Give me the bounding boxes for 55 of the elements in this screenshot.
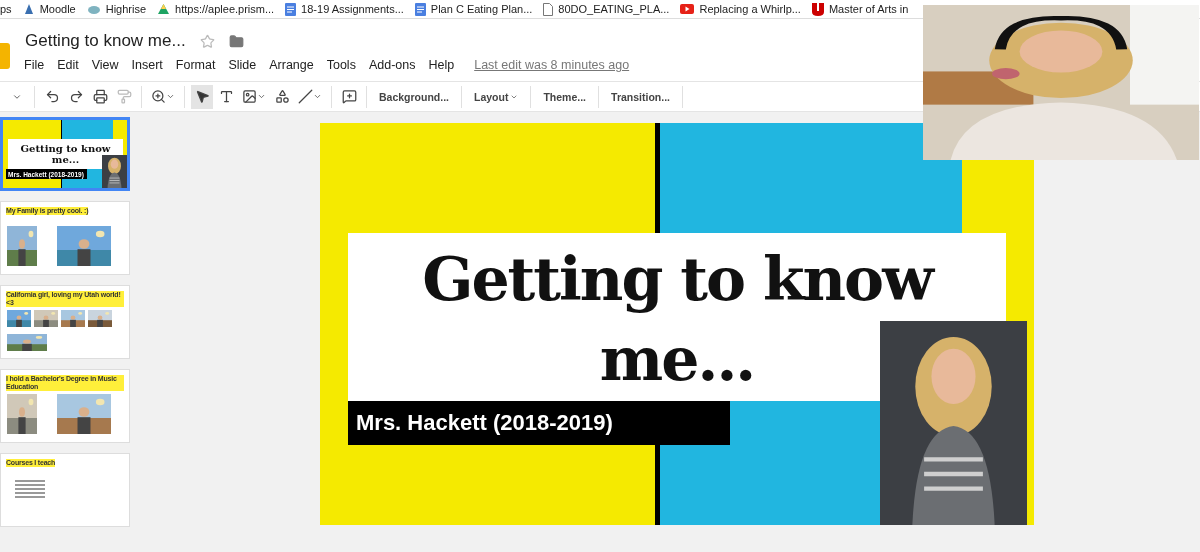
bookmark[interactable]: Plan C Eating Plan...: [414, 2, 533, 16]
select-button[interactable]: [191, 84, 213, 109]
bookmark[interactable]: Master of Arts in: [811, 2, 909, 16]
caret-icon: [313, 92, 322, 101]
last-edit-link[interactable]: Last edit was 8 minutes ago: [474, 58, 630, 72]
slide-subtitle: Mrs. Hackett (2018-2019): [348, 401, 730, 445]
menu-item[interactable]: Edit: [57, 58, 79, 72]
caret-icon: [257, 92, 266, 101]
bullet-line: [15, 480, 45, 482]
play-icon: [680, 4, 695, 14]
slide-title: Getting to know me...: [357, 233, 997, 401]
shapes-icon: [274, 89, 290, 104]
bookmark[interactable]: 80DO_EATING_PLA...: [543, 2, 670, 16]
bookmark[interactable]: Highrise: [86, 3, 147, 15]
pointer-icon: [194, 89, 210, 104]
triangle-icon: [157, 3, 171, 15]
toolbar-button[interactable]: Theme...: [537, 84, 593, 109]
bookmark[interactable]: https://aplee.prism...: [157, 3, 275, 15]
paint-roller-icon: [116, 89, 132, 104]
bookmark[interactable]: 18-19 Assignments...: [285, 2, 404, 16]
text-icon: [218, 89, 234, 104]
bullet-line: [15, 484, 45, 486]
bookmark[interactable]: Moodle: [22, 3, 76, 15]
menu-item[interactable]: Arrange: [269, 58, 314, 72]
zoom-icon: [151, 89, 166, 104]
redo-icon: [68, 89, 84, 104]
caret-icon: [166, 92, 175, 101]
toolbar-button[interactable]: Layout: [468, 84, 525, 109]
bullet-line: [15, 496, 45, 498]
slide-title: Getting to know me...: [20, 143, 111, 165]
document-title[interactable]: Getting to know me...: [25, 31, 186, 51]
star-icon[interactable]: [199, 33, 215, 49]
bullet-line: [15, 488, 45, 490]
bookmark[interactable]: Replacing a Whirlp...: [680, 3, 801, 15]
menu-item[interactable]: Format: [175, 58, 216, 72]
folder-icon[interactable]: [228, 33, 244, 49]
menu-item[interactable]: Help: [428, 58, 455, 72]
undo-icon: [44, 89, 60, 104]
image-icon: [242, 89, 257, 104]
cloud-icon: [86, 3, 101, 15]
comment-icon: [341, 89, 357, 104]
printer-icon: [92, 89, 108, 104]
menu-item[interactable]: Slide: [228, 58, 257, 72]
menu-item[interactable]: File: [24, 58, 45, 72]
toolbar-button[interactable]: Transition...: [605, 84, 676, 109]
bookmark[interactable]: ps: [0, 3, 12, 15]
menu-item[interactable]: Add-ons: [368, 58, 416, 72]
toolbar-button[interactable]: Background...: [373, 84, 455, 109]
menu-item[interactable]: Tools: [326, 58, 356, 72]
hat-icon: [22, 3, 35, 15]
u-logo-icon: [811, 2, 824, 16]
menu-item[interactable]: Insert: [131, 58, 163, 72]
line-icon: [298, 89, 313, 104]
bullet-line: [15, 492, 45, 494]
menu-item[interactable]: View: [91, 58, 119, 72]
